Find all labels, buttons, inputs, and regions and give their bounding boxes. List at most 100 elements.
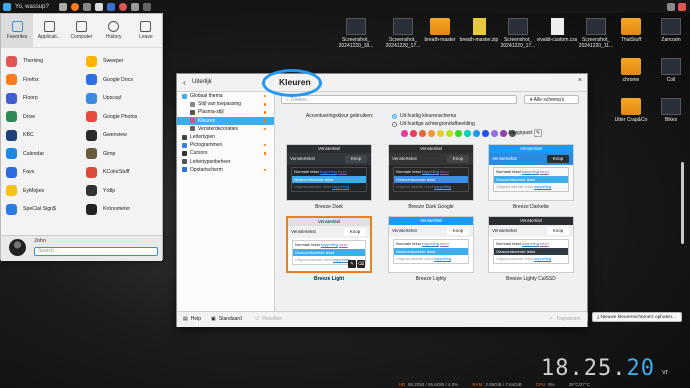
- scheme-card[interactable]: Venstertitel Venstertekst Knop Normale teks…: [286, 144, 372, 210]
- tab-applications[interactable]: Applicati...: [33, 14, 65, 47]
- edit-icon[interactable]: ✎: [348, 260, 356, 268]
- defaults-button[interactable]: ▣ Standaard: [211, 316, 242, 322]
- firefox-icon[interactable]: [70, 2, 79, 11]
- launcher-app[interactable]: Gimp: [81, 147, 161, 162]
- apply-icon: ✓: [549, 316, 554, 322]
- radio-from-scheme[interactable]: Uit huidig kleurenschema: [392, 113, 456, 119]
- launcher-app[interactable]: Yrdlp: [81, 184, 161, 199]
- back-arrow-icon[interactable]: ‹: [183, 78, 186, 87]
- pin-icon[interactable]: [130, 2, 139, 11]
- scheme-filter-dropdown[interactable]: ▾ Alle schema's: [524, 95, 579, 104]
- delete-icon[interactable]: ⌫: [357, 260, 365, 268]
- accent-swatch[interactable]: [437, 130, 444, 137]
- shot-file-icon: [508, 18, 528, 35]
- desktop-icon[interactable]: Screenshot_ 20241220_18...: [333, 18, 379, 49]
- accent-swatch[interactable]: [491, 130, 498, 137]
- launcher-app[interactable]: SpeCial Sign$: [1, 202, 81, 217]
- scheme-card[interactable]: Venstertitel Venstertekst Knop Normale teks…: [488, 144, 574, 210]
- sidebar-item[interactable]: Lettertypen: [177, 133, 274, 141]
- launcher-app[interactable]: Calendar: [1, 147, 81, 162]
- sidebar-item[interactable]: Kleuren: [177, 116, 274, 125]
- apply-button[interactable]: ✓ Toepassen: [549, 316, 580, 322]
- launcher-app[interactable]: Favs: [1, 165, 81, 180]
- reset-button[interactable]: ↺ Resetten: [255, 316, 282, 322]
- clock-day: vr: [662, 369, 668, 376]
- accent-swatch[interactable]: [446, 130, 453, 137]
- launcher-app[interactable]: Floorp: [1, 91, 81, 106]
- browser-icon[interactable]: [106, 2, 115, 11]
- window-icon[interactable]: [58, 2, 67, 11]
- sidebar-item-icon: [182, 150, 187, 156]
- launcher-app[interactable]: Upscayl: [81, 91, 161, 106]
- preview-link: koppeling: [319, 169, 337, 174]
- accent-swatch[interactable]: [410, 130, 417, 137]
- accent-swatch[interactable]: [464, 130, 471, 137]
- tab-favorites[interactable]: Favorites: [1, 14, 34, 47]
- sidebar-item[interactable]: Lettertypenbeheer: [177, 158, 274, 166]
- search-input[interactable]: Search...: [34, 247, 158, 256]
- preview-inactive-row: Uitgeschakelde tekst koppeling: [394, 255, 468, 263]
- launcher-app[interactable]: Drive: [1, 110, 81, 125]
- launcher-app[interactable]: KColorStuff: [81, 165, 161, 180]
- color-picker-icon[interactable]: ✎: [534, 129, 542, 137]
- search-field[interactable]: ⌕ Zoeken...: [281, 95, 517, 104]
- sidebar-item[interactable]: Pictogrammen: [177, 141, 274, 149]
- sidebar-item-label: Stijl van toepassing: [198, 101, 242, 108]
- accent-swatch[interactable]: [473, 130, 480, 137]
- star-icon: [11, 21, 23, 32]
- changed-indicator-icon: [263, 119, 266, 122]
- preview-visited: bezo: [339, 242, 348, 247]
- accent-swatch[interactable]: [455, 130, 462, 137]
- app-icon: [6, 129, 17, 141]
- launcher-app[interactable]: Theming: [1, 54, 81, 69]
- accent-swatch[interactable]: [500, 130, 507, 137]
- desktop-icon[interactable]: Bikes: [648, 98, 690, 123]
- launcher-app[interactable]: KBC: [1, 128, 81, 143]
- settings-icon[interactable]: [142, 2, 151, 11]
- tray-icon[interactable]: [667, 2, 675, 11]
- tab-history[interactable]: History: [98, 14, 130, 47]
- tab-leave[interactable]: Leave: [130, 14, 162, 47]
- avatar[interactable]: [9, 239, 26, 256]
- accent-swatch[interactable]: [428, 130, 435, 137]
- scrollbar[interactable]: [681, 162, 684, 244]
- close-icon[interactable]: ×: [578, 77, 582, 84]
- accent-swatch[interactable]: [401, 130, 408, 137]
- vivaldi-icon[interactable]: [118, 2, 127, 11]
- card-actions: ✎ ⌫: [348, 260, 365, 268]
- shot-file-icon: [661, 58, 681, 75]
- help-button[interactable]: ▤ Help: [183, 316, 201, 322]
- scheme-card[interactable]: Venstertitel Venstertekst Knop Normale teks…: [388, 216, 474, 282]
- scheme-card[interactable]: Venstertitel Venstertekst Knop Normale teks…: [388, 144, 474, 210]
- get-new-schemes-button[interactable]: ⤓ Nieuwe kleurenschema's ophalen...: [592, 312, 682, 322]
- minimize-all-icon[interactable]: [678, 2, 686, 11]
- launcher-app[interactable]: Google Photos: [81, 110, 161, 125]
- sidebar-item[interactable]: Globaal thema: [177, 92, 274, 100]
- launcher-app[interactable]: EyMojies: [1, 184, 81, 199]
- preview-normal-text: Normale tekst: [396, 241, 421, 246]
- scheme-card[interactable]: Venstertitel Venstertekst Knop Normale teks…: [488, 216, 574, 282]
- launcher-app[interactable]: Firefox: [1, 73, 81, 88]
- sidebar-item[interactable]: Cursors: [177, 149, 274, 157]
- sidebar-item[interactable]: Vensterdecoraties: [177, 125, 274, 133]
- accent-swatch[interactable]: [419, 130, 426, 137]
- scheme-name: Breeze Light: [313, 276, 344, 282]
- desktop-icon[interactable]: Zamzam: [648, 18, 690, 43]
- radio-from-wallpaper[interactable]: Uit huidige achtergrondafbeelding: [392, 121, 475, 127]
- files-icon[interactable]: [82, 2, 91, 11]
- preview-inactive-row: Uitgeschakelde tekst koppeling: [494, 255, 568, 263]
- scheme-card[interactable]: Venstertitel Venstertekst Knop Normale teks…: [286, 216, 372, 282]
- desktop-icon[interactable]: Coll: [648, 58, 690, 83]
- accent-swatch[interactable]: [482, 130, 489, 137]
- sidebar-item[interactable]: Stijl van toepassing: [177, 100, 274, 108]
- sidebar-item[interactable]: Plasma-stijl: [177, 108, 274, 116]
- app-menu-icon[interactable]: [3, 2, 11, 11]
- launcher-app[interactable]: Sweeper: [81, 54, 161, 69]
- tab-computer[interactable]: Computer: [65, 14, 97, 47]
- launcher-app[interactable]: Google Docs: [81, 73, 161, 88]
- terminal-icon[interactable]: [94, 2, 103, 11]
- sidebar-item[interactable]: Opstartscherm: [177, 166, 274, 174]
- preview-normal-text: Normale tekst: [294, 169, 319, 174]
- launcher-app[interactable]: Kronometer: [81, 202, 161, 217]
- launcher-app[interactable]: Gwenview: [81, 128, 161, 143]
